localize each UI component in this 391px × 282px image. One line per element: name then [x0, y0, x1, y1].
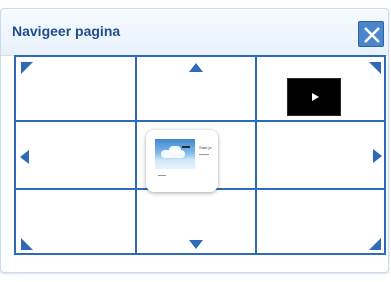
thumbnail-caption: Start je [199, 145, 212, 150]
arrow-left-icon[interactable] [20, 150, 29, 164]
grid-divider-horizontal [16, 120, 384, 122]
grid-divider-vertical [135, 57, 137, 253]
video-thumbnail[interactable] [287, 78, 341, 116]
close-button[interactable] [358, 21, 384, 47]
arrow-up-left-icon[interactable] [21, 62, 33, 74]
arrow-up-right-icon[interactable] [369, 62, 381, 74]
play-icon [312, 93, 319, 101]
arrow-down-left-icon[interactable] [21, 238, 33, 250]
arrow-down-icon[interactable] [189, 240, 203, 249]
grid-divider-vertical [255, 57, 257, 253]
arrow-down-right-icon[interactable] [369, 238, 381, 250]
close-icon [364, 27, 380, 43]
navigation-grid: Start je [14, 55, 386, 255]
sky-image [155, 139, 195, 169]
dialog-title: Navigeer pagina [12, 23, 121, 39]
dialog-header: Navigeer pagina [1, 9, 388, 56]
arrow-up-icon[interactable] [189, 63, 203, 72]
arrow-right-icon[interactable] [373, 149, 382, 163]
current-page-thumbnail[interactable]: Start je [146, 130, 218, 192]
